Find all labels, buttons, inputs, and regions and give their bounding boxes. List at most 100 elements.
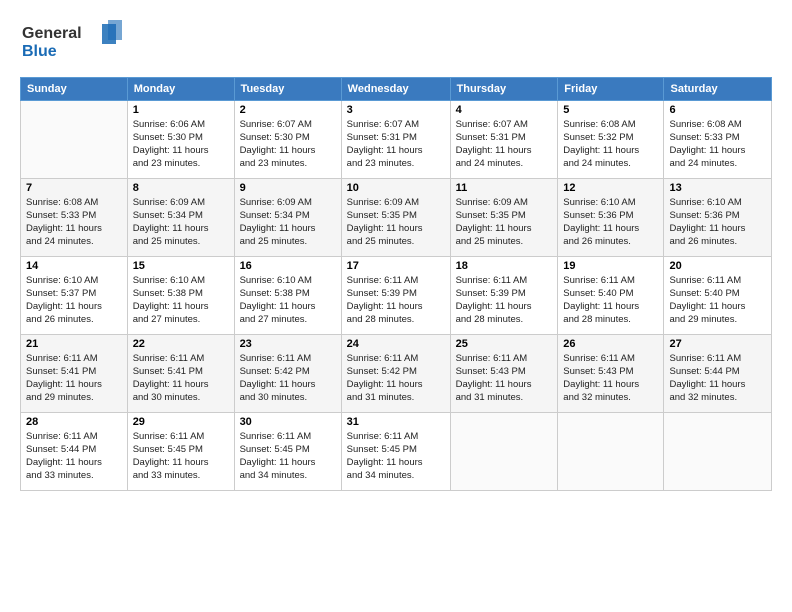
header: General Blue xyxy=(20,18,772,67)
day-cell: 4 Sunrise: 6:07 AM Sunset: 5:31 PM Daylig… xyxy=(450,100,558,178)
day-info: Sunrise: 6:11 AM Sunset: 5:44 PM Dayligh… xyxy=(669,352,766,405)
logo: General Blue xyxy=(20,18,130,67)
day-info: Sunrise: 6:11 AM Sunset: 5:41 PM Dayligh… xyxy=(133,352,229,405)
day-number: 25 xyxy=(456,338,553,350)
day-number: 27 xyxy=(669,338,766,350)
day-number: 14 xyxy=(26,260,122,272)
day-number: 17 xyxy=(347,260,445,272)
day-info: Sunrise: 6:11 AM Sunset: 5:41 PM Dayligh… xyxy=(26,352,122,405)
day-info: Sunrise: 6:10 AM Sunset: 5:36 PM Dayligh… xyxy=(563,196,658,249)
day-info: Sunrise: 6:11 AM Sunset: 5:45 PM Dayligh… xyxy=(240,430,336,483)
day-number: 16 xyxy=(240,260,336,272)
col-header-thursday: Thursday xyxy=(450,77,558,100)
day-number: 10 xyxy=(347,182,445,194)
day-cell xyxy=(450,412,558,490)
day-info: Sunrise: 6:10 AM Sunset: 5:38 PM Dayligh… xyxy=(133,274,229,327)
day-number: 19 xyxy=(563,260,658,272)
day-cell: 27 Sunrise: 6:11 AM Sunset: 5:44 PM Dayli… xyxy=(664,334,772,412)
day-cell: 19Sunrise: 6:11 AM Sunset: 5:40 PM Dayli… xyxy=(558,256,664,334)
day-number: 28 xyxy=(26,416,122,428)
day-number: 21 xyxy=(26,338,122,350)
day-info: Sunrise: 6:11 AM Sunset: 5:39 PM Dayligh… xyxy=(456,274,553,327)
day-info: Sunrise: 6:11 AM Sunset: 5:39 PM Dayligh… xyxy=(347,274,445,327)
day-cell: 30 Sunrise: 6:11 AM Sunset: 5:45 PM Dayli… xyxy=(234,412,341,490)
day-number: 5 xyxy=(563,104,658,116)
day-cell: 16 Sunrise: 6:10 AM Sunset: 5:38 PM Dayli… xyxy=(234,256,341,334)
day-cell: 12 Sunrise: 6:10 AM Sunset: 5:36 PM Dayli… xyxy=(558,178,664,256)
day-info: Sunrise: 6:11 AM Sunset: 5:45 PM Dayligh… xyxy=(347,430,445,483)
day-number: 31 xyxy=(347,416,445,428)
logo-icon: General Blue xyxy=(20,18,130,62)
day-info: Sunrise: 6:07 AM Sunset: 5:30 PM Dayligh… xyxy=(240,118,336,171)
day-number: 13 xyxy=(669,182,766,194)
day-info: Sunrise: 6:06 AM Sunset: 5:30 PM Dayligh… xyxy=(133,118,229,171)
day-info: Sunrise: 6:08 AM Sunset: 5:32 PM Dayligh… xyxy=(563,118,658,171)
day-cell: 29Sunrise: 6:11 AM Sunset: 5:45 PM Dayli… xyxy=(127,412,234,490)
week-row-3: 21 Sunrise: 6:11 AM Sunset: 5:41 PM Dayli… xyxy=(21,334,772,412)
calendar-table: SundayMondayTuesdayWednesdayThursdayFrid… xyxy=(20,77,772,491)
day-info: Sunrise: 6:09 AM Sunset: 5:34 PM Dayligh… xyxy=(240,196,336,249)
day-cell: 18Sunrise: 6:11 AM Sunset: 5:39 PM Dayli… xyxy=(450,256,558,334)
day-cell xyxy=(558,412,664,490)
day-cell: 26 Sunrise: 6:11 AM Sunset: 5:43 PM Dayli… xyxy=(558,334,664,412)
day-info: Sunrise: 6:07 AM Sunset: 5:31 PM Dayligh… xyxy=(456,118,553,171)
day-cell: 31 Sunrise: 6:11 AM Sunset: 5:45 PM Dayli… xyxy=(341,412,450,490)
day-cell xyxy=(21,100,128,178)
day-cell: 1 Sunrise: 6:06 AM Sunset: 5:30 PM Daylig… xyxy=(127,100,234,178)
day-cell: 13 Sunrise: 6:10 AM Sunset: 5:36 PM Dayli… xyxy=(664,178,772,256)
day-info: Sunrise: 6:10 AM Sunset: 5:38 PM Dayligh… xyxy=(240,274,336,327)
col-header-wednesday: Wednesday xyxy=(341,77,450,100)
day-number: 23 xyxy=(240,338,336,350)
day-cell: 10 Sunrise: 6:09 AM Sunset: 5:35 PM Dayli… xyxy=(341,178,450,256)
day-number: 7 xyxy=(26,182,122,194)
day-number: 9 xyxy=(240,182,336,194)
day-number: 29 xyxy=(133,416,229,428)
week-row-2: 14 Sunrise: 6:10 AM Sunset: 5:37 PM Dayli… xyxy=(21,256,772,334)
day-cell: 21 Sunrise: 6:11 AM Sunset: 5:41 PM Dayli… xyxy=(21,334,128,412)
day-cell: 17 Sunrise: 6:11 AM Sunset: 5:39 PM Dayli… xyxy=(341,256,450,334)
day-cell: 23Sunrise: 6:11 AM Sunset: 5:42 PM Dayli… xyxy=(234,334,341,412)
week-row-0: 1 Sunrise: 6:06 AM Sunset: 5:30 PM Daylig… xyxy=(21,100,772,178)
day-cell: 8Sunrise: 6:09 AM Sunset: 5:34 PM Daylig… xyxy=(127,178,234,256)
day-number: 8 xyxy=(133,182,229,194)
col-header-friday: Friday xyxy=(558,77,664,100)
day-number: 24 xyxy=(347,338,445,350)
page: General Blue SundayMondayTuesdayWednesda… xyxy=(0,0,792,612)
day-info: Sunrise: 6:11 AM Sunset: 5:40 PM Dayligh… xyxy=(669,274,766,327)
day-number: 12 xyxy=(563,182,658,194)
day-number: 15 xyxy=(133,260,229,272)
calendar-header-row: SundayMondayTuesdayWednesdayThursdayFrid… xyxy=(21,77,772,100)
logo-text: General Blue xyxy=(20,18,130,67)
day-cell: 25Sunrise: 6:11 AM Sunset: 5:43 PM Dayli… xyxy=(450,334,558,412)
day-info: Sunrise: 6:09 AM Sunset: 5:35 PM Dayligh… xyxy=(347,196,445,249)
day-info: Sunrise: 6:10 AM Sunset: 5:36 PM Dayligh… xyxy=(669,196,766,249)
day-cell: 28Sunrise: 6:11 AM Sunset: 5:44 PM Dayli… xyxy=(21,412,128,490)
day-cell: 9 Sunrise: 6:09 AM Sunset: 5:34 PM Daylig… xyxy=(234,178,341,256)
day-cell: 24Sunrise: 6:11 AM Sunset: 5:42 PM Dayli… xyxy=(341,334,450,412)
week-row-4: 28Sunrise: 6:11 AM Sunset: 5:44 PM Dayli… xyxy=(21,412,772,490)
day-cell: 5 Sunrise: 6:08 AM Sunset: 5:32 PM Daylig… xyxy=(558,100,664,178)
week-row-1: 7Sunrise: 6:08 AM Sunset: 5:33 PM Daylig… xyxy=(21,178,772,256)
day-number: 3 xyxy=(347,104,445,116)
col-header-tuesday: Tuesday xyxy=(234,77,341,100)
svg-text:General: General xyxy=(22,25,82,42)
day-cell: 22Sunrise: 6:11 AM Sunset: 5:41 PM Dayli… xyxy=(127,334,234,412)
day-info: Sunrise: 6:11 AM Sunset: 5:43 PM Dayligh… xyxy=(563,352,658,405)
day-cell: 6Sunrise: 6:08 AM Sunset: 5:33 PM Daylig… xyxy=(664,100,772,178)
day-info: Sunrise: 6:07 AM Sunset: 5:31 PM Dayligh… xyxy=(347,118,445,171)
col-header-sunday: Sunday xyxy=(21,77,128,100)
day-info: Sunrise: 6:08 AM Sunset: 5:33 PM Dayligh… xyxy=(669,118,766,171)
col-header-monday: Monday xyxy=(127,77,234,100)
day-info: Sunrise: 6:10 AM Sunset: 5:37 PM Dayligh… xyxy=(26,274,122,327)
day-cell xyxy=(664,412,772,490)
day-number: 11 xyxy=(456,182,553,194)
day-number: 26 xyxy=(563,338,658,350)
day-number: 4 xyxy=(456,104,553,116)
svg-text:Blue: Blue xyxy=(22,43,57,60)
day-number: 30 xyxy=(240,416,336,428)
day-cell: 20 Sunrise: 6:11 AM Sunset: 5:40 PM Dayli… xyxy=(664,256,772,334)
day-cell: 7Sunrise: 6:08 AM Sunset: 5:33 PM Daylig… xyxy=(21,178,128,256)
day-cell: 2Sunrise: 6:07 AM Sunset: 5:30 PM Daylig… xyxy=(234,100,341,178)
day-number: 20 xyxy=(669,260,766,272)
day-number: 1 xyxy=(133,104,229,116)
